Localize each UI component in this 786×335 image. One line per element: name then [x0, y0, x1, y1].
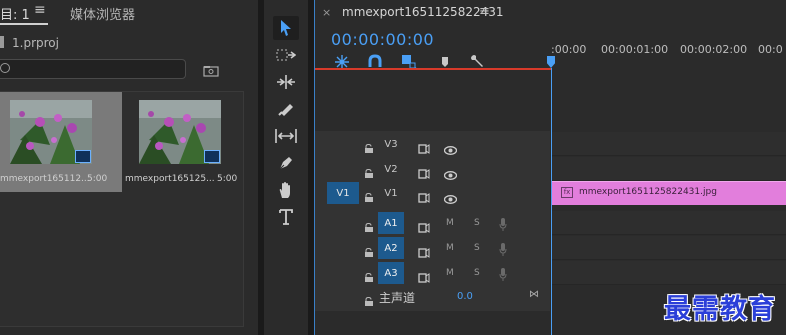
clip-duration: 5:00 [87, 174, 108, 184]
sync-lock-icon[interactable] [418, 218, 430, 233]
project-icon-view: mmexport165112... 5:00 mmexport165125...… [0, 91, 244, 327]
eye-icon[interactable] [443, 140, 458, 155]
lock-icon[interactable] [364, 292, 374, 306]
ruler-label: :00:00 [551, 43, 587, 56]
master-volume-value[interactable]: 0.0 [457, 291, 473, 302]
image-badge-icon [75, 150, 91, 163]
eye-icon[interactable] [443, 189, 458, 204]
mute-button[interactable]: M [446, 218, 454, 228]
clip-name: mmexport165112... [0, 174, 90, 184]
ruler-label: 00:0 [758, 43, 783, 56]
tab-project[interactable]: 目: 1 [0, 4, 30, 23]
search-input[interactable] [0, 59, 186, 79]
clip-label: mmexport1651125822431.jpg [579, 187, 717, 197]
sync-lock-icon[interactable] [418, 188, 430, 203]
timeline-clip[interactable]: fx mmexport1651125822431.jpg [551, 181, 786, 205]
razor-icon[interactable] [273, 97, 299, 121]
track-name[interactable]: A1 [378, 212, 404, 234]
tab-media-browser[interactable]: 媒体浏览器 [70, 4, 135, 23]
search-icon [0, 63, 10, 73]
folder-icon [0, 36, 4, 48]
ruler-label: 00:00:01:00 [601, 43, 669, 56]
watermark: 最需教育 [664, 294, 776, 325]
fx-badge: fx [561, 187, 573, 198]
new-bin-from-search-button[interactable] [203, 62, 219, 77]
source-patch-v1[interactable]: V1 [327, 182, 359, 204]
sync-lock-icon[interactable] [418, 164, 430, 179]
solo-button[interactable]: S [474, 268, 480, 278]
selection-tool-icon[interactable] [273, 16, 299, 40]
sync-lock-icon[interactable] [418, 268, 430, 283]
type-icon[interactable] [273, 205, 299, 229]
microphone-icon[interactable] [499, 266, 507, 281]
time-ruler[interactable]: :00:00 00:00:01:00 00:00:02:00 00:0 [551, 40, 786, 70]
timeline-panel: × mmexport1651125822431 ≡ 00:00:00:00 :0… [314, 0, 786, 335]
playhead-line[interactable] [551, 68, 552, 335]
track-select-icon[interactable] [273, 43, 299, 67]
lock-icon[interactable] [364, 164, 374, 178]
eye-icon[interactable] [443, 165, 458, 180]
mute-button[interactable]: M [446, 268, 454, 278]
track-name[interactable]: V1 [378, 182, 404, 204]
image-badge-icon [204, 150, 220, 163]
work-area-bar[interactable] [315, 68, 551, 70]
close-icon[interactable]: × [322, 6, 331, 19]
project-item[interactable]: mmexport165125... 5:00 [122, 92, 244, 192]
panel-menu-icon[interactable]: ≡ [479, 4, 490, 19]
track-lane[interactable] [551, 261, 786, 285]
project-file-name: 1.prproj [12, 36, 59, 50]
solo-button[interactable]: S [474, 218, 480, 228]
microphone-icon[interactable] [499, 241, 507, 256]
lock-icon[interactable] [364, 218, 374, 232]
track-lane[interactable] [551, 157, 786, 181]
track-lane[interactable] [551, 211, 786, 235]
playhead-timecode[interactable]: 00:00:00:00 [331, 30, 434, 49]
sync-lock-icon[interactable] [418, 243, 430, 258]
track-name[interactable]: V2 [378, 158, 404, 180]
track-lane[interactable] [551, 132, 786, 156]
microphone-icon[interactable] [499, 216, 507, 231]
sync-lock-icon[interactable] [418, 139, 430, 154]
tools-panel [264, 0, 308, 335]
master-track-label: 主声道 [379, 291, 416, 305]
panel-menu-icon[interactable]: ≡ [34, 2, 46, 18]
go-to-end-icon[interactable]: ⋈ [529, 289, 539, 300]
project-item[interactable]: mmexport165112... 5:00 [0, 92, 122, 192]
active-tab-indicator [0, 23, 48, 25]
slip-icon[interactable] [273, 124, 299, 148]
mute-button[interactable]: M [446, 243, 454, 253]
project-path: 1.prproj [0, 36, 59, 50]
lock-icon[interactable] [364, 243, 374, 257]
track-name[interactable]: V3 [378, 133, 404, 155]
project-tabs: 目: 1 ≡ 媒体浏览器 [0, 0, 258, 26]
pen-icon[interactable] [273, 151, 299, 175]
premiere-window: 目: 1 ≡ 媒体浏览器 1.prproj mmexport165112... … [0, 0, 786, 335]
ripple-edit-icon[interactable] [273, 70, 299, 94]
ruler-label: 00:00:02:00 [680, 43, 748, 56]
clip-duration: 5:00 [217, 174, 238, 184]
lock-icon[interactable] [364, 139, 374, 153]
clip-name: mmexport165125... [125, 174, 215, 184]
project-panel: 目: 1 ≡ 媒体浏览器 1.prproj mmexport165112... … [0, 0, 258, 335]
track-name[interactable]: A2 [378, 237, 404, 259]
lock-icon[interactable] [364, 268, 374, 282]
lock-icon[interactable] [364, 188, 374, 202]
solo-button[interactable]: S [474, 243, 480, 253]
hand-icon[interactable] [273, 178, 299, 202]
track-lane[interactable] [551, 236, 786, 260]
track-name[interactable]: A3 [378, 262, 404, 284]
